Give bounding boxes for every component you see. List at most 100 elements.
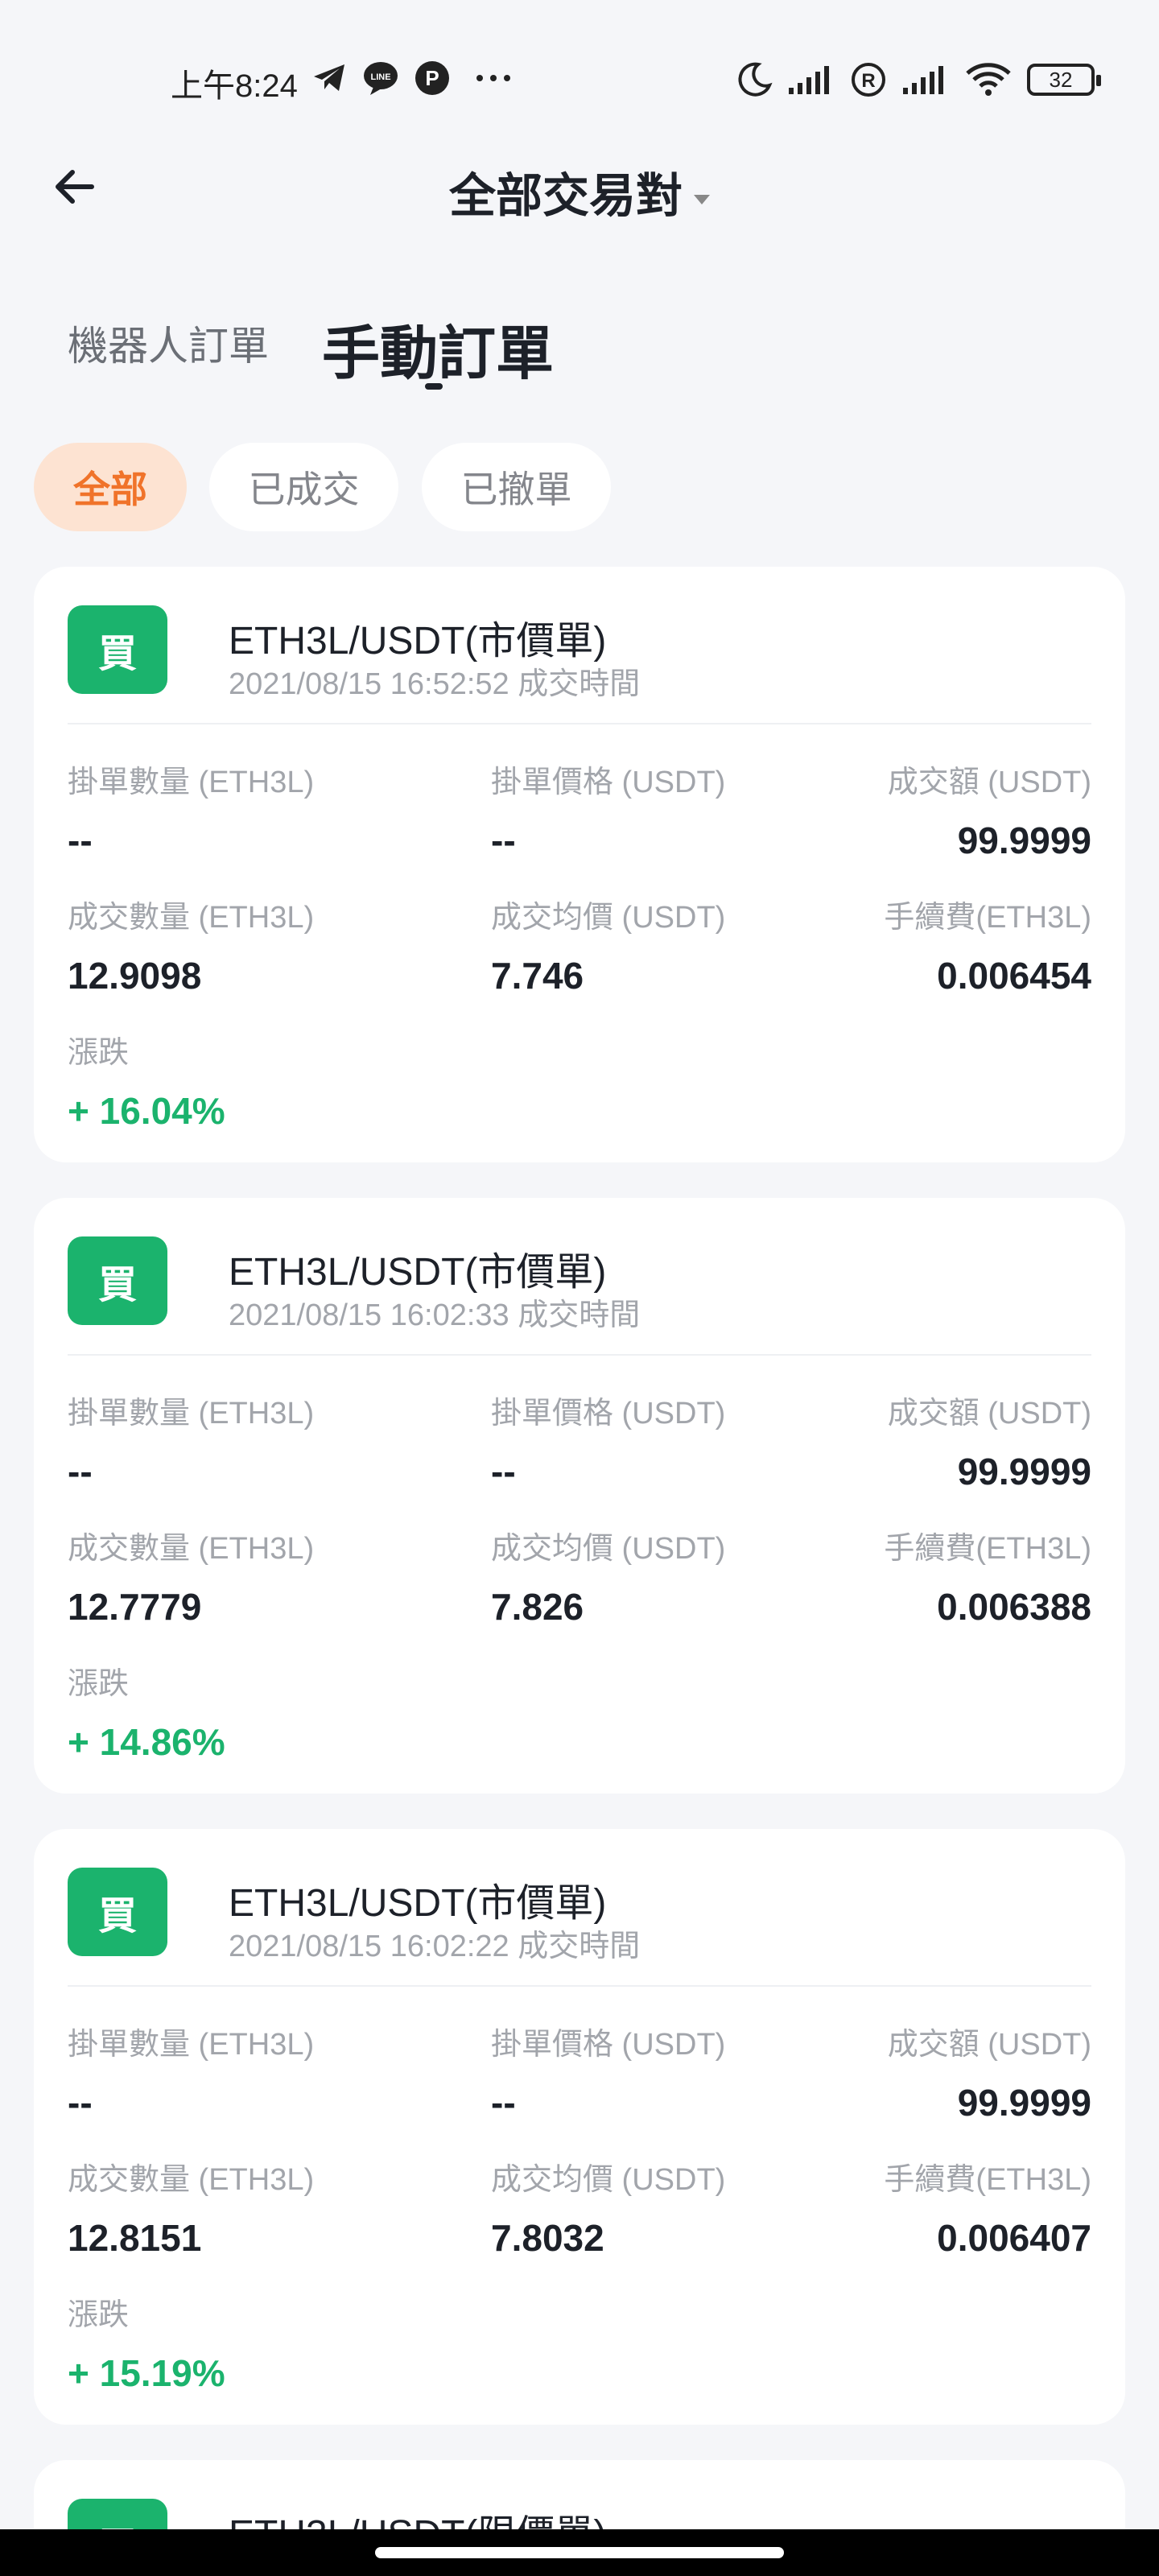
- avg-price-cell: 成交均價 (USDT) 7.826: [491, 1523, 725, 1629]
- change-label: 漲跌: [68, 1036, 130, 1070]
- change-value: + 15.19%: [68, 2352, 225, 2394]
- order-qty-label: 掛單數量 (ETH3L): [68, 766, 315, 799]
- tab-robot-orders[interactable]: 機器人訂單: [68, 314, 269, 372]
- do-not-disturb-icon: [736, 61, 773, 98]
- order-time: 2021/08/15 16:02:22 成交時間: [229, 1930, 641, 1963]
- order-card-header: 買 ETH3L/USDT(市價單) 2021/08/15 16:02:22 成交…: [68, 1868, 1091, 1963]
- pair-selector[interactable]: 全部交易對: [0, 158, 1159, 225]
- order-qty-cell: 掛單數量 (ETH3L) --: [68, 1388, 314, 1493]
- parking-icon: P: [414, 60, 451, 97]
- order-qty-label: 掛單數量 (ETH3L): [68, 1397, 315, 1430]
- filled-qty-label: 成交數量 (ETH3L): [68, 2163, 315, 2197]
- signal-icon: [787, 64, 835, 96]
- filled-amount-cell: 成交額 (USDT) 99.9999: [888, 757, 1091, 862]
- change-label: 漲跌: [68, 2298, 130, 2332]
- avg-price-label: 成交均價 (USDT): [491, 2163, 726, 2197]
- buy-badge: 買: [68, 1236, 167, 1325]
- fee-cell: 手續費(ETH3L) 0.006407: [884, 2154, 1091, 2260]
- filled-qty-value: 12.7779: [68, 1586, 202, 1628]
- filled-amount-cell: 成交額 (USDT) 99.9999: [888, 1388, 1091, 1493]
- filter-filled[interactable]: 已成交: [209, 443, 398, 531]
- order-price-value: --: [491, 819, 516, 861]
- svg-text:R: R: [861, 70, 875, 92]
- filled-qty-cell: 成交數量 (ETH3L) 12.7779: [68, 1523, 314, 1629]
- fee-label: 手續費(ETH3L): [884, 2163, 1091, 2197]
- divider: [68, 723, 1091, 724]
- line-icon: LINE: [362, 60, 399, 96]
- signal-icon: [901, 64, 950, 96]
- avg-price-value: 7.826: [491, 1586, 584, 1628]
- fee-cell: 手續費(ETH3L) 0.006454: [884, 892, 1091, 997]
- filled-qty-cell: 成交數量 (ETH3L) 12.8151: [68, 2154, 314, 2260]
- avg-price-value: 7.746: [491, 955, 584, 997]
- order-price-value: --: [491, 1451, 516, 1492]
- filled-qty-label: 成交數量 (ETH3L): [68, 901, 315, 935]
- fee-cell: 手續費(ETH3L) 0.006388: [884, 1523, 1091, 1629]
- order-card[interactable]: 買 ETH3L/USDT(市價單) 2021/08/15 16:02:22 成交…: [34, 1829, 1125, 2425]
- order-card-header: 買 ETH3L/USDT(市價單) 2021/08/15 16:52:52 成交…: [68, 605, 1091, 701]
- order-qty-cell: 掛單數量 (ETH3L) --: [68, 757, 314, 862]
- order-qty-label: 掛單數量 (ETH3L): [68, 2028, 315, 2062]
- notification-icons: LINE P: [312, 60, 522, 97]
- order-price-label: 掛單價格 (USDT): [491, 1397, 726, 1430]
- order-card-header: 買 ETH3L/USDT(市價單) 2021/08/15 16:02:33 成交…: [68, 1236, 1091, 1332]
- fee-value: 0.006454: [937, 955, 1091, 997]
- buy-badge: 買: [68, 1868, 167, 1956]
- filled-qty-value: 12.8151: [68, 2217, 202, 2259]
- filled-qty-label: 成交數量 (ETH3L): [68, 1532, 315, 1566]
- order-time: 2021/08/15 16:02:33 成交時間: [229, 1298, 641, 1332]
- order-pair: ETH3L/USDT(市價單): [229, 1251, 607, 1294]
- buy-badge: 買: [68, 605, 167, 694]
- change-cell: 漲跌 + 14.86%: [68, 1658, 225, 1764]
- order-pair: ETH3L/USDT(市價單): [229, 620, 607, 663]
- registered-icon: R: [850, 61, 887, 98]
- filled-qty-cell: 成交數量 (ETH3L) 12.9098: [68, 892, 314, 997]
- order-qty-value: --: [68, 819, 93, 861]
- status-time: 上午8:24: [171, 68, 298, 104]
- order-price-cell: 掛單價格 (USDT) --: [491, 2019, 725, 2124]
- filled-qty-value: 12.9098: [68, 955, 202, 997]
- page-title: 全部交易對: [448, 170, 683, 222]
- fee-value: 0.006407: [937, 2217, 1091, 2259]
- filled-amount-value: 99.9999: [957, 2082, 1091, 2124]
- filled-amount-label: 成交額 (USDT): [887, 766, 1091, 799]
- order-price-value: --: [491, 2082, 516, 2124]
- order-time: 2021/08/15 16:52:52 成交時間: [229, 667, 641, 701]
- status-bar: 上午8:24 LINE P R 32: [0, 0, 1159, 161]
- tab-active-indicator: [425, 383, 443, 390]
- avg-price-label: 成交均價 (USDT): [491, 1532, 726, 1566]
- fee-label: 手續費(ETH3L): [884, 901, 1091, 935]
- change-value: + 14.86%: [68, 1721, 225, 1763]
- change-value: + 16.04%: [68, 1090, 225, 1132]
- svg-text:P: P: [425, 66, 439, 90]
- filled-amount-value: 99.9999: [957, 1451, 1091, 1492]
- filter-all[interactable]: 全部: [34, 443, 187, 531]
- filled-amount-value: 99.9999: [957, 819, 1091, 861]
- order-qty-cell: 掛單數量 (ETH3L) --: [68, 2019, 314, 2124]
- order-card[interactable]: 買 ETH3L/USDT(市價單) 2021/08/15 16:02:33 成交…: [34, 1198, 1125, 1794]
- battery-indicator: 32: [1027, 64, 1101, 96]
- order-qty-value: --: [68, 1451, 93, 1492]
- order-price-cell: 掛單價格 (USDT) --: [491, 1388, 725, 1493]
- order-pair: ETH3L/USDT(市價單): [229, 1882, 607, 1925]
- fee-value: 0.006388: [937, 1586, 1091, 1628]
- tab-manual-orders[interactable]: 手動訂單: [322, 306, 554, 390]
- home-indicator[interactable]: [375, 2547, 784, 2558]
- order-qty-value: --: [68, 2082, 93, 2124]
- filter-cancelled[interactable]: 已撤單: [422, 443, 611, 531]
- divider: [68, 1985, 1091, 1987]
- telegram-icon: [312, 62, 348, 94]
- divider: [68, 1354, 1091, 1356]
- filled-amount-label: 成交額 (USDT): [887, 2028, 1091, 2062]
- avg-price-value: 7.8032: [491, 2217, 604, 2259]
- change-cell: 漲跌 + 16.04%: [68, 1027, 225, 1133]
- filled-amount-label: 成交額 (USDT): [887, 1397, 1091, 1430]
- order-card[interactable]: 買 ETH3L/USDT(市價單) 2021/08/15 16:52:52 成交…: [34, 567, 1125, 1162]
- system-icons: R 32: [736, 61, 1101, 98]
- fee-label: 手續費(ETH3L): [884, 1532, 1091, 1566]
- caret-down-icon: [694, 194, 710, 204]
- order-price-label: 掛單價格 (USDT): [491, 2028, 726, 2062]
- avg-price-label: 成交均價 (USDT): [491, 901, 726, 935]
- svg-text:LINE: LINE: [370, 72, 390, 82]
- filled-amount-cell: 成交額 (USDT) 99.9999: [888, 2019, 1091, 2124]
